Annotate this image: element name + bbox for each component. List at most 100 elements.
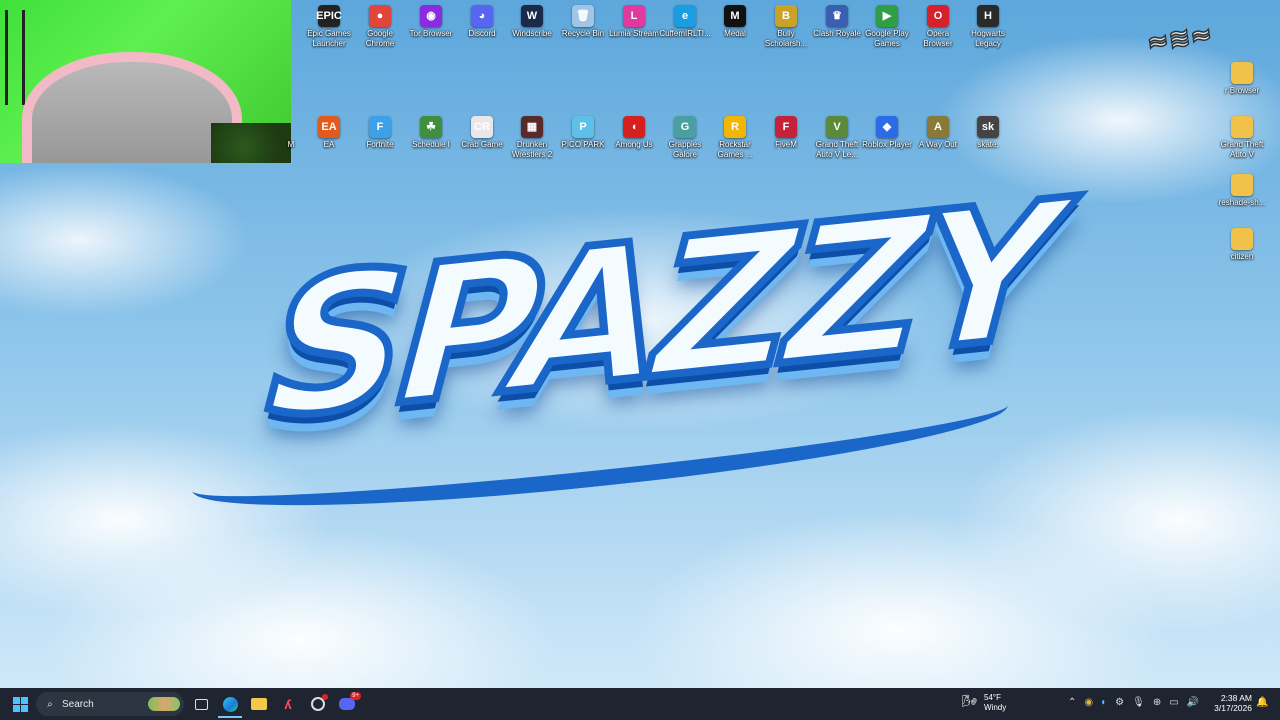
desktop-icon[interactable]: F FiveM — [760, 116, 812, 150]
desktop-icon-label: Schedule I — [412, 140, 450, 149]
medal-icon: M — [724, 5, 746, 27]
desktop-icon[interactable]: G Grapples Galore — [659, 116, 711, 160]
tray-app-icon[interactable]: ◉ — [1084, 697, 1093, 708]
weather-widget[interactable]: 🌬 54°F Windy — [962, 693, 1006, 713]
roblox-icon: ◆ — [876, 116, 898, 138]
desktop-icon-label: Rockstar Games ... — [717, 140, 753, 159]
desktop-icon[interactable]: EPIC Epic Games Launcher — [303, 5, 355, 49]
desktop-icon-label: FiveM — [775, 140, 797, 149]
desktop-icon[interactable]: ◆ Roblox Player — [861, 116, 913, 150]
desktop-icon-label: Recycle Bin — [561, 29, 605, 38]
edge-icon — [222, 696, 238, 712]
chevron-up-icon[interactable]: ⌃ — [1068, 697, 1076, 708]
clock-time: 2:38 AM — [1220, 693, 1252, 703]
desktop-icon-label: Lumia Stream — [609, 29, 659, 38]
google-play-games-icon: ▶ — [876, 5, 898, 27]
taskbar-search[interactable]: ⌕ Search — [36, 692, 184, 716]
desktop-icon-label: Grand Theft Auto V — [1220, 140, 1264, 159]
desktop-icon[interactable]: reshade-sh... — [1214, 174, 1270, 208]
desktop-icon[interactable]: V Grand Theft Auto V Le... — [811, 116, 863, 160]
desktop-icon[interactable]: M Medal — [709, 5, 761, 39]
wallpaper-logo: SPAZZY — [170, 156, 1130, 529]
desktop-icon[interactable]: ● Google Chrome — [354, 5, 406, 49]
skate-icon: sk — [977, 116, 999, 138]
notification-bell-icon[interactable]: 🔔 — [1256, 697, 1268, 708]
grapples-galore-icon: G — [674, 116, 696, 138]
taskbar-edge[interactable] — [218, 692, 242, 718]
clock[interactable]: 2:38 AM 3/17/2026 — [1212, 693, 1252, 713]
tray-settings-icon[interactable]: ⚙ — [1115, 697, 1124, 708]
rockstar-icon: R — [724, 116, 746, 138]
desktop-icon[interactable]: Grand Theft Auto V — [1214, 116, 1270, 160]
desktop-icon[interactable]: B Bully Scholarsh... — [760, 5, 812, 49]
bully-icon: B — [775, 5, 797, 27]
desktop-icon[interactable]: citizen — [1214, 228, 1270, 262]
folder-icon — [1231, 228, 1253, 250]
desktop-icon[interactable]: ◉ Tor Browser — [405, 5, 457, 39]
notification-badge: 9+ — [350, 692, 361, 700]
search-highlight-image — [148, 697, 180, 711]
desktop-icon[interactable]: e CuffemIRLTI... — [659, 5, 711, 39]
start-button[interactable] — [8, 692, 32, 716]
microphone-icon[interactable]: 🎙 — [1132, 697, 1145, 708]
schedule-i-icon: ☘ — [420, 116, 442, 138]
desktop-icon[interactable]: CR Crab Game — [456, 116, 508, 150]
desktop-icon[interactable]: sk skate. — [962, 116, 1014, 150]
desktop-icon[interactable]: A A Way Out — [912, 116, 964, 150]
system-tray: ⌃ ◉ ◐ ⚙ 🎙 ⊕ ▭ 🔊 — [1068, 697, 1199, 708]
task-view-button[interactable] — [189, 692, 213, 716]
clock-date: 3/17/2026 — [1214, 703, 1252, 713]
a-way-out-icon: A — [927, 116, 949, 138]
desktop-icon-label: r Browser — [1224, 86, 1260, 95]
lumia-stream-icon: L — [623, 5, 645, 27]
desktop-icon-label: Google Chrome — [365, 29, 395, 48]
taskbar-discord[interactable]: 9+ — [335, 692, 361, 716]
volume-icon[interactable]: 🔊 — [1187, 697, 1199, 708]
desktop-icon-label: Tor Browser — [409, 29, 453, 38]
opera-icon: O — [927, 5, 949, 27]
desktop-icon[interactable]: P PICO PARK — [557, 116, 609, 150]
drunken-wrestlers-icon: ▦ — [521, 116, 543, 138]
task-view-icon — [194, 698, 208, 710]
folder-icon — [1231, 174, 1253, 196]
desktop-icon-partial[interactable]: M — [284, 140, 298, 150]
desktop-icon[interactable]: 🗑 Recycle Bin — [557, 5, 609, 39]
tray-edge-icon[interactable]: ◐ — [1101, 697, 1107, 708]
discord-icon: ◕ — [471, 5, 493, 27]
network-icon[interactable]: ⊕ — [1153, 697, 1161, 708]
desktop-icon-label: M — [287, 140, 295, 149]
desktop-icon-label: EA — [323, 140, 335, 149]
desktop-icon-label: Discord — [468, 29, 496, 38]
desktop-icon[interactable]: L Lumia Stream — [608, 5, 660, 39]
desktop-icon[interactable]: W Windscribe — [506, 5, 558, 39]
desktop-icon[interactable]: ◖ Among Us — [608, 116, 660, 150]
desktop-icon[interactable]: ☘ Schedule I — [405, 116, 457, 150]
desktop-icon[interactable]: R Rockstar Games ... — [709, 116, 761, 160]
desktop-icon[interactable]: ◕ Discord — [456, 5, 508, 39]
taskbar-fivem[interactable]: ʎ — [276, 692, 300, 716]
desktop-icon[interactable]: H Hogwarts Legacy — [962, 5, 1014, 49]
desktop-icon[interactable]: F Fortnite — [354, 116, 406, 150]
taskbar-file-explorer[interactable] — [247, 692, 271, 716]
wifi-icon[interactable]: ▭ — [1169, 697, 1178, 708]
clash-royale-icon: ♛ — [826, 5, 848, 27]
taskbar-obs[interactable] — [306, 692, 330, 716]
weather-alert-icon: 🌬 — [962, 694, 978, 708]
desktop-icon[interactable]: O Opera Browser — [912, 5, 964, 49]
desktop-icon[interactable]: ♛ Clash Royale — [811, 5, 863, 39]
search-label: Search — [62, 698, 94, 710]
desktop-icon-label: Epic Games Launcher — [307, 29, 351, 48]
desktop-icon[interactable]: EA EA — [303, 116, 355, 150]
pico-park-icon: P — [572, 116, 594, 138]
gta-v-legacy-icon: V — [826, 116, 848, 138]
desktop-icon-label: skate. — [977, 140, 999, 149]
desktop-icon[interactable]: ▶ Google Play Games — [861, 5, 913, 49]
desktop-icon-label: Drunken Wrestlers 2 — [511, 140, 553, 159]
desktop-icon-label: Roblox Player — [862, 140, 912, 149]
desktop-icon[interactable]: ▦ Drunken Wrestlers 2 — [506, 116, 558, 160]
windows-logo-icon — [12, 696, 28, 712]
folder-icon — [1231, 116, 1253, 138]
desktop-icon-label: Grand Theft Auto V Le... — [815, 140, 859, 159]
recycle-bin-icon: 🗑 — [572, 5, 594, 27]
desktop-icon-label: Hogwarts Legacy — [971, 29, 1005, 48]
